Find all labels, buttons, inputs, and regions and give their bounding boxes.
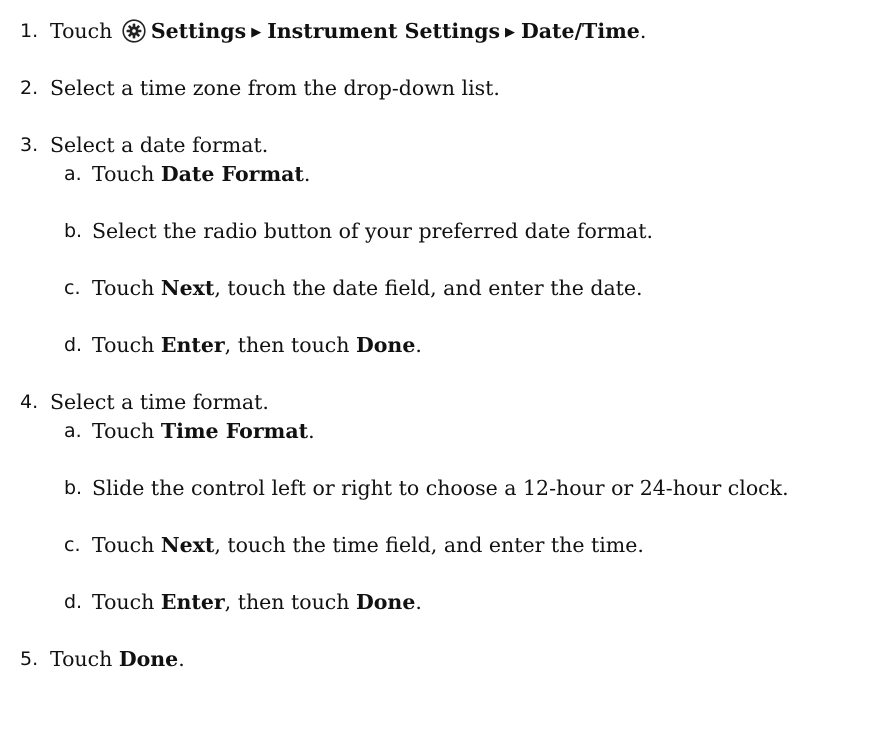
substep-text: Touch Enter, then touch Done. (92, 332, 422, 358)
enter-label: Enter (160, 590, 225, 614)
substep-letter: d. (64, 334, 83, 356)
text-segment: , then touch (224, 333, 356, 357)
done-label: Done (355, 590, 416, 614)
step-text: Select a time zone from the drop-down li… (50, 76, 500, 100)
step-text: Touch Settings ▶ Instrument Settings ▶ D… (50, 18, 646, 49)
text-segment: Touch (92, 533, 161, 557)
step-text: Select a time format. (50, 390, 269, 414)
substep-letter: a. (64, 163, 82, 185)
text-segment: . (415, 333, 422, 357)
substep-text: Touch Next, touch the date field, and en… (92, 275, 643, 301)
substep-text: Touch Date Format. (92, 161, 310, 187)
text-segment: Touch (92, 333, 161, 357)
step-text: Select a date format. (50, 133, 269, 157)
step-text: Touch Done. (50, 646, 185, 672)
substep-letter: d. (64, 591, 83, 613)
date-format-label: Date Format (160, 162, 304, 186)
substep-letter: c. (64, 277, 81, 299)
next-label: Next (160, 533, 215, 557)
done-label: Done (355, 333, 416, 357)
punctuation: . (639, 19, 647, 43)
text-segment: . (303, 162, 311, 186)
next-label: Next (160, 276, 215, 300)
text-segment: Touch (92, 590, 161, 614)
substep-letter: c. (64, 534, 81, 556)
text-segment: . (178, 647, 185, 671)
instrument-settings-label: Instrument Settings (267, 19, 500, 43)
right-triangle-arrow-icon: ▶ (505, 25, 515, 40)
step-number: 3. (20, 134, 39, 156)
text-segment: , then touch (224, 590, 356, 614)
step-number: 5. (20, 648, 39, 670)
substep-text: Select the radio button of your preferre… (92, 219, 654, 243)
step-number: 1. (20, 20, 39, 42)
substep-text: Touch Time Format. (92, 418, 315, 444)
substep-letter: b. (64, 477, 83, 499)
settings-label: Settings (150, 19, 247, 43)
step-text-touch: Touch (50, 19, 119, 43)
instruction-page: 1. Touch Settings ▶ Instrument Settings … (0, 0, 887, 743)
substep-letter: a. (64, 420, 82, 442)
text-segment: Touch (92, 419, 161, 443)
time-format-label: Time Format (160, 419, 309, 443)
text-segment: . (308, 419, 315, 443)
text-segment: Touch (50, 647, 119, 671)
text-segment: . (415, 590, 422, 614)
step-number: 4. (20, 391, 39, 413)
step-number: 2. (20, 77, 39, 99)
substep-text: Slide the control left or right to choos… (92, 476, 789, 500)
text-segment: Touch (92, 162, 161, 186)
substep-text: Touch Next, touch the time field, and en… (92, 532, 644, 558)
right-triangle-arrow-icon: ▶ (251, 25, 262, 40)
date-time-label: Date/Time (521, 19, 640, 43)
enter-label: Enter (160, 333, 225, 357)
substep-letter: b. (64, 220, 83, 242)
text-segment: Touch (92, 276, 161, 300)
done-label: Done (118, 647, 179, 671)
gear-icon (122, 19, 146, 49)
substep-text: Touch Enter, then touch Done. (92, 589, 422, 615)
text-segment: , touch the date field, and enter the da… (214, 276, 643, 300)
text-segment: , touch the time field, and enter the ti… (214, 533, 644, 557)
